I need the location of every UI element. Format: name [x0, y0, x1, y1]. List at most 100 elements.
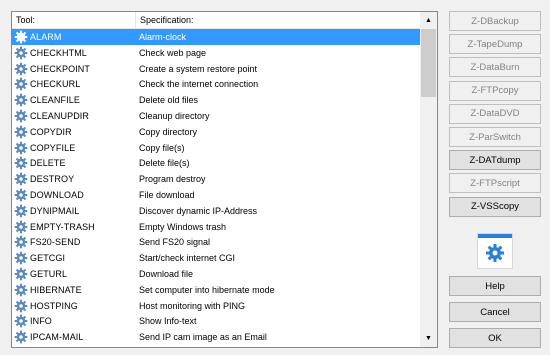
gear-icon [14, 125, 28, 139]
tool-name: HIBERNATE [30, 284, 82, 295]
tool-list[interactable]: Tool: Specification: ALARM Alarm-clock CHE… [11, 11, 438, 348]
list-item[interactable]: DYNIPMAIL Discover dynamic IP-Address [12, 203, 422, 219]
list-item[interactable]: COPYDIR Copy directory [12, 124, 422, 140]
settings-tile-bar [478, 234, 512, 238]
list-item[interactable]: IPCAM-MAIL Send IP cam image as an Email [12, 329, 422, 345]
tool-name: CHECKHTML [30, 47, 87, 58]
cancel-button[interactable]: Cancel [449, 302, 541, 322]
tool-button-z-ftpcopy[interactable]: Z-FTPcopy [449, 80, 541, 101]
scroll-thumb[interactable] [421, 29, 436, 97]
list-item[interactable]: DOWNLOAD File download [12, 187, 422, 203]
tool-button-z-ftpscript[interactable]: Z-FTPscript [449, 173, 541, 194]
help-button[interactable]: Help [449, 276, 541, 296]
gear-icon [14, 156, 28, 170]
tool-name: CHECKURL [30, 79, 81, 90]
gear-icon [14, 283, 28, 297]
list-item[interactable]: GETURL Download file [12, 266, 422, 282]
list-item[interactable]: FS20-SEND Send FS20 signal [12, 234, 422, 250]
tool-specification: Start/check internet CGI [139, 253, 236, 264]
tool-specification: Check web page [139, 47, 207, 58]
gear-icon [14, 204, 28, 218]
tool-specification: File download [139, 189, 195, 200]
gear-icon [14, 330, 28, 344]
list-item[interactable]: CHECKURL Check the internet connection [12, 76, 422, 92]
tool-button-z-dbackup[interactable]: Z-DBackup [449, 11, 541, 31]
tool-name: IPCAM-MAIL [30, 332, 84, 343]
gear-icon [14, 314, 28, 328]
tool-button-z-datadvd[interactable]: Z-DataDVD [449, 103, 541, 124]
list-item[interactable]: EMPTY-TRASH Empty Windows trash [12, 219, 422, 235]
tool-specification: Send FS20 signal [139, 237, 211, 248]
tool-specification: Check the internet connection [139, 79, 259, 90]
tool-button-z-vsscopy[interactable]: Z-VSScopy [449, 196, 541, 217]
tool-specification: Download file [139, 268, 194, 279]
list-item[interactable]: GETCGI Start/check internet CGI [12, 250, 422, 266]
tool-name: COPYDIR [30, 126, 72, 137]
tool-button-z-tapedump[interactable]: Z-TapeDump [449, 34, 541, 55]
tool-specification: Delete old files [139, 95, 199, 106]
tool-specification: Delete file(s) [139, 158, 190, 169]
gear-icon [14, 62, 28, 76]
list-item[interactable]: COPYFILE Copy file(s) [12, 140, 422, 156]
settings-tile[interactable] [477, 233, 513, 269]
tool-name: DOWNLOAD [30, 189, 84, 200]
tool-name: DELETE [30, 158, 66, 169]
gear-icon [14, 235, 28, 249]
scroll-down-arrow[interactable]: ▼ [420, 330, 437, 347]
column-header-specification[interactable]: Specification: [136, 12, 422, 28]
column-header-tool[interactable]: Tool: [12, 12, 136, 28]
tool-name: COPYFILE [30, 142, 76, 153]
tool-button-z-datdump[interactable]: Z-DATdump [449, 150, 541, 171]
list-item[interactable]: HIBERNATE Set computer into hibernate mod… [12, 282, 422, 298]
tool-specification: Program destroy [139, 174, 206, 185]
gear-icon [14, 141, 28, 155]
list-item[interactable]: DELETE Delete file(s) [12, 155, 422, 171]
tool-specification: Discover dynamic IP-Address [139, 205, 258, 216]
scroll-up-arrow[interactable]: ▲ [420, 12, 437, 29]
tool-button-z-parswitch[interactable]: Z-ParSwitch [449, 127, 541, 147]
tool-specification: Create a system restore point [139, 63, 258, 74]
list-item[interactable]: CHECKHTML Check web page [12, 45, 422, 61]
gear-icon [14, 46, 28, 60]
tool-specification: Send IP cam image as an Email [139, 332, 267, 343]
tool-name: CLEANUPDIR [30, 110, 90, 121]
gear-icon [14, 220, 28, 234]
tool-specification: Alarm-clock [139, 32, 187, 42]
tool-specification: Set computer into hibernate mode [139, 284, 275, 295]
tool-specification: Show Info-text [139, 316, 197, 327]
list-item[interactable]: CLEANFILE Delete old files [12, 92, 422, 108]
vertical-scrollbar[interactable]: ▲ ▼ [420, 12, 437, 347]
tool-specification: Host monitoring with PING [139, 300, 246, 311]
gear-icon [14, 188, 28, 202]
list-item[interactable]: CLEANUPDIR Cleanup directory [12, 108, 422, 124]
tool-name: DESTROY [30, 174, 75, 185]
list-item[interactable]: INFO Show Info-text [12, 313, 422, 329]
tool-name: DYNIPMAIL [30, 205, 80, 216]
list-rows: ALARM Alarm-clock CHECKHTML Check web page C… [12, 29, 422, 345]
tool-specification: Empty Windows trash [139, 221, 227, 232]
gear-icon [486, 244, 504, 262]
tool-name: FS20-SEND [30, 237, 81, 248]
tool-specification: Cleanup directory [139, 110, 210, 121]
gear-icon [14, 30, 28, 44]
tool-name: ALARM [30, 32, 62, 42]
tool-specification: Copy directory [139, 126, 198, 137]
tool-specification: Copy file(s) [139, 142, 185, 153]
tool-name: CHECKPOINT [30, 63, 91, 74]
tool-name: GETCGI [30, 253, 66, 264]
tool-name: HOSTPING [30, 300, 78, 311]
tool-name: GETURL [30, 268, 68, 279]
list-header: Tool: Specification: [12, 12, 422, 29]
gear-icon [14, 299, 28, 313]
list-item[interactable]: CHECKPOINT Create a system restore point [12, 61, 422, 77]
ok-button[interactable]: OK [449, 328, 541, 348]
gear-icon [14, 93, 28, 107]
tool-button-z-databurn[interactable]: Z-DataBurn [449, 57, 541, 78]
gear-icon [14, 267, 28, 281]
list-item[interactable]: HOSTPING Host monitoring with PING [12, 298, 422, 314]
gear-icon [14, 77, 28, 91]
gear-icon [14, 251, 28, 265]
gear-icon [14, 172, 28, 186]
list-item[interactable]: ALARM Alarm-clock [12, 29, 422, 45]
list-item[interactable]: DESTROY Program destroy [12, 171, 422, 187]
